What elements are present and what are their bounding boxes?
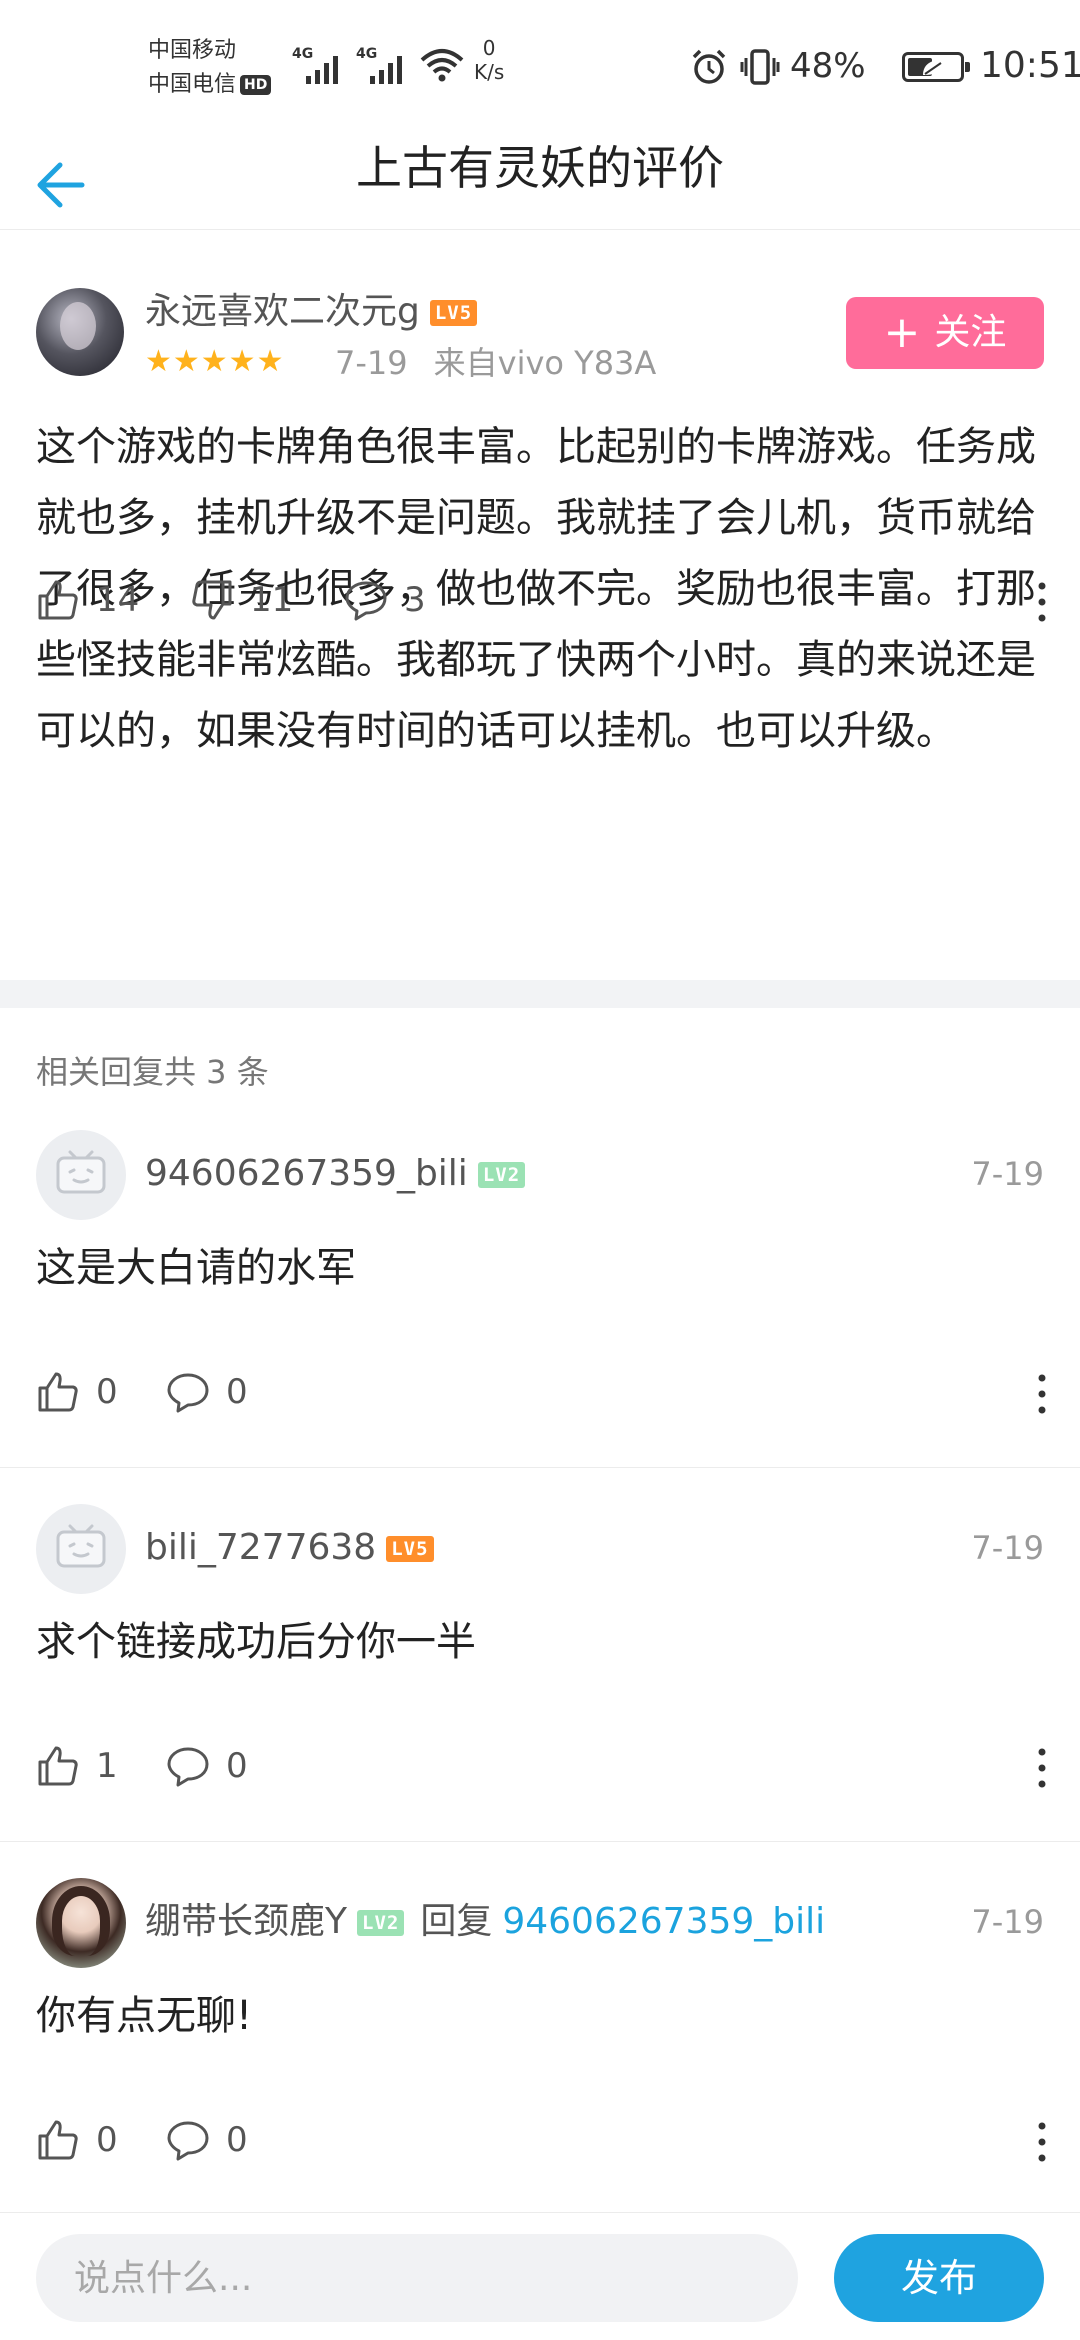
reply-target-link[interactable]: 94606267359_bili xyxy=(502,1901,825,1942)
top-app-bar: 上古有灵妖的评价 xyxy=(0,135,1080,230)
comment-count: 0 xyxy=(226,1372,248,1412)
system-icons: 48% 10:51 xyxy=(660,46,1080,86)
reply-author[interactable]: 94606267359_bili LV2 xyxy=(145,1152,526,1196)
like-count: 14 xyxy=(96,580,140,620)
reply-text: 这是大白请的水军 xyxy=(36,1245,356,1291)
reply-date: 7-19 xyxy=(971,1903,1044,1941)
comment-icon xyxy=(345,581,387,621)
comment-button[interactable]: 0 xyxy=(166,1362,248,1422)
username[interactable]: bili_7277638 xyxy=(145,1527,376,1568)
reply-date: 7-19 xyxy=(971,1529,1044,1567)
publish-button[interactable]: 发布 xyxy=(834,2234,1044,2322)
level-badge: LV2 xyxy=(357,1910,405,1936)
like-button[interactable]: 0 xyxy=(36,1362,118,1422)
comment-icon xyxy=(167,1373,209,1413)
reply-actions: 0 0 xyxy=(36,2110,1056,2170)
review-device: 来自vivo Y83A xyxy=(433,344,657,382)
comment-count: 0 xyxy=(226,2120,248,2160)
speed-value: 0 xyxy=(482,36,496,60)
like-button[interactable]: 14 xyxy=(36,570,139,630)
thumbs-up-icon xyxy=(38,1372,78,1412)
like-count: 1 xyxy=(96,1746,118,1786)
carrier-info: 中国移动 中国电信 HD xyxy=(148,34,272,102)
review-date: 7-19 xyxy=(335,344,408,382)
more-vert-icon[interactable] xyxy=(1028,2120,1056,2164)
review-actions: 14 11 3 xyxy=(36,570,1056,630)
page-title: 上古有灵妖的评价 xyxy=(356,141,724,195)
level-badge: LV5 xyxy=(429,300,478,326)
carrier-1: 中国移动 xyxy=(148,38,237,63)
dislike-button[interactable]: 11 xyxy=(190,570,293,630)
main-review: 永远喜欢二次元g LV5 ★★★★★ 7-19 来自vivo Y83A + 关注 这个… xyxy=(0,230,1080,980)
reply-author[interactable]: bili_7277638 LV5 xyxy=(145,1526,434,1570)
reply-word: 回复 xyxy=(420,1901,493,1942)
divider xyxy=(0,1841,1080,1842)
section-divider xyxy=(0,980,1080,1008)
rating-stars: ★★★★★ xyxy=(145,344,285,379)
thumbs-up-icon xyxy=(38,580,78,620)
avatar[interactable] xyxy=(36,1130,126,1220)
username[interactable]: 绷带长颈鹿Y xyxy=(145,1901,347,1942)
thumbs-up-icon xyxy=(38,1746,78,1786)
review-author[interactable]: 永远喜欢二次元g LV5 xyxy=(145,290,478,334)
comment-icon xyxy=(167,2121,209,2161)
reply-actions: 1 0 xyxy=(36,1736,1056,1796)
reply-date: 7-19 xyxy=(971,1155,1044,1193)
replies-count: 相关回复共 3 条 xyxy=(36,1053,269,1091)
comment-icon xyxy=(167,1747,209,1787)
vibrate-icon xyxy=(740,49,780,85)
like-count: 0 xyxy=(96,2120,118,2160)
avatar[interactable] xyxy=(36,1878,126,1968)
thumbs-up-icon xyxy=(38,2120,78,2160)
leaf-icon xyxy=(923,59,947,75)
more-vert-icon[interactable] xyxy=(1028,1372,1056,1416)
more-vert-icon[interactable] xyxy=(1028,580,1056,624)
status-bar: 中国移动 中国电信 HD 4G 4G 0 K/s 48% 10:51 xyxy=(0,0,1080,135)
battery-icon xyxy=(902,52,970,82)
more-vert-icon[interactable] xyxy=(1028,1746,1056,1790)
dislike-count: 11 xyxy=(250,580,294,620)
follow-label: 关注 xyxy=(934,312,1007,353)
comment-bar: 发布 xyxy=(0,2212,1080,2340)
review-meta: 7-19 来自vivo Y83A xyxy=(335,344,656,382)
clock: 10:51 xyxy=(980,45,1080,86)
like-button[interactable]: 0 xyxy=(36,2110,118,2170)
follow-button[interactable]: + 关注 xyxy=(846,297,1044,369)
level-badge: LV2 xyxy=(477,1162,526,1188)
bilibili-tv-icon xyxy=(56,1150,106,1194)
plus-icon: + xyxy=(883,307,921,358)
hd-badge: HD xyxy=(240,75,272,95)
alarm-icon xyxy=(692,49,726,84)
wifi-icon xyxy=(420,49,464,82)
like-button[interactable]: 1 xyxy=(36,1736,118,1796)
speed-unit: K/s xyxy=(474,60,505,84)
comment-button[interactable]: 0 xyxy=(166,2110,248,2170)
comment-button[interactable]: 0 xyxy=(166,1736,248,1796)
battery-percent: 48% xyxy=(790,46,866,86)
thumbs-down-icon xyxy=(192,580,232,620)
reply-author[interactable]: 绷带长颈鹿Y LV2 回复 94606267359_bili xyxy=(145,1900,825,1944)
comment-count: 0 xyxy=(226,1746,248,1786)
username[interactable]: 永远喜欢二次元g xyxy=(145,291,420,332)
reply-text: 你有点无聊! xyxy=(36,1993,253,2039)
avatar[interactable] xyxy=(36,1504,126,1594)
divider xyxy=(0,1467,1080,1468)
comment-button[interactable]: 3 xyxy=(344,570,426,630)
level-badge: LV5 xyxy=(386,1536,434,1562)
carrier-2: 中国电信 xyxy=(148,72,237,97)
network-speed: 0 K/s xyxy=(474,36,504,84)
like-count: 0 xyxy=(96,1372,118,1412)
reply-text: 求个链接成功后分你一半 xyxy=(36,1619,476,1665)
reply-actions: 0 0 xyxy=(36,1362,1056,1422)
bilibili-tv-icon xyxy=(56,1524,106,1568)
avatar[interactable] xyxy=(36,288,124,376)
username[interactable]: 94606267359_bili xyxy=(145,1153,468,1194)
comment-input[interactable] xyxy=(36,2234,798,2322)
comment-count: 3 xyxy=(404,580,426,620)
